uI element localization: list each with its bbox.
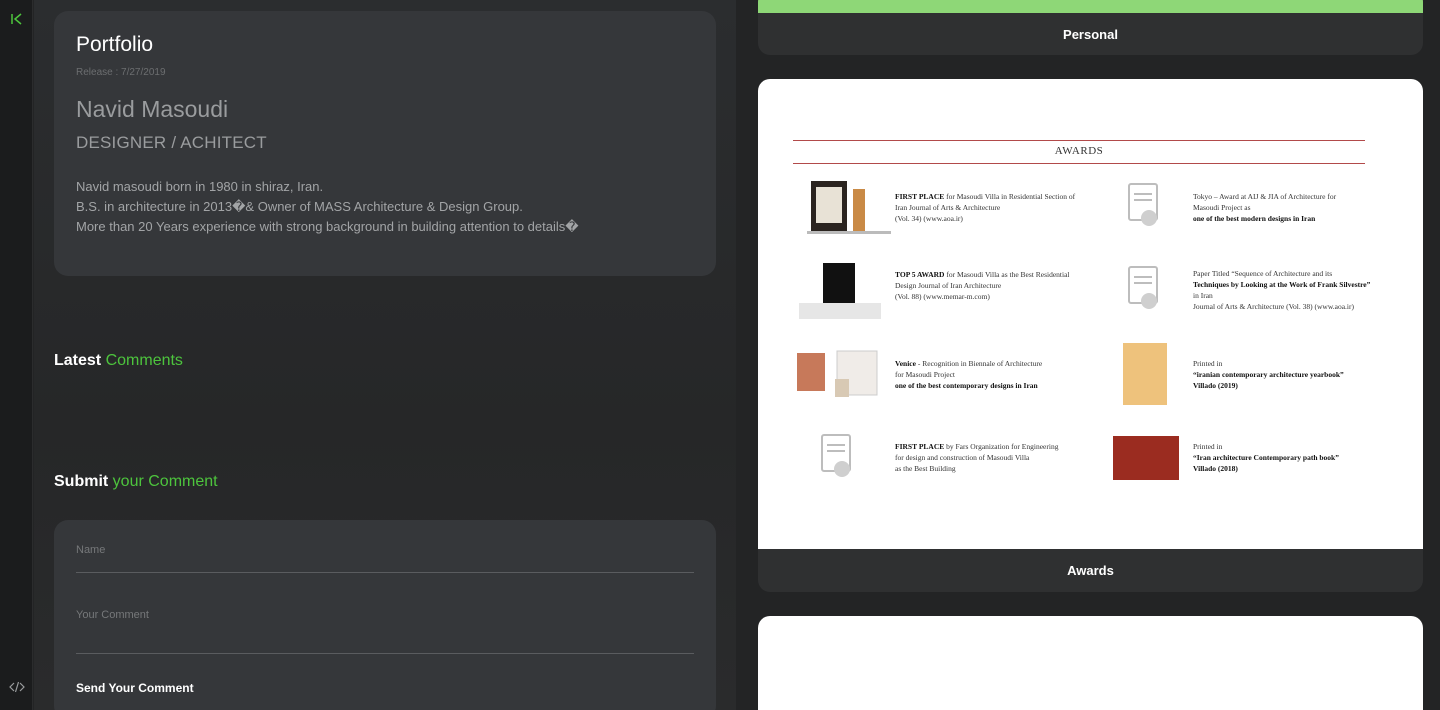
award-text: Villado (2019): [1193, 381, 1238, 390]
bio-line: Navid masoudi born in 1980 in shiraz, Ir…: [76, 179, 324, 194]
awards-card[interactable]: AWARDS FIRST PLACE for Masoudi Villa in …: [758, 79, 1423, 592]
gallery-panel: Personal AWARDS FIRST PLACE for Masoudi …: [737, 0, 1440, 710]
award-entry: Printed in “Iran architecture Contempora…: [1193, 441, 1423, 474]
award-title: FIRST PLACE: [895, 192, 945, 201]
award-text: one of the best modern designs in Iran: [1193, 214, 1316, 223]
submit-comment-heading: Submit your Comment: [54, 473, 218, 491]
personal-card[interactable]: Personal: [758, 0, 1423, 55]
name-field[interactable]: Name: [76, 544, 694, 573]
award-text: Paper Titled “Sequence of Architecture a…: [1193, 269, 1333, 278]
awards-doc-heading: AWARDS: [1054, 145, 1104, 157]
award-text: “iranian contemporary architecture yearb…: [1193, 370, 1344, 379]
award-text: for Masoudi Project: [895, 370, 955, 379]
award-text: - Recognition in Biennale of Architectur…: [915, 359, 1043, 368]
divider: [793, 140, 1365, 141]
award-text: Design Journal of Iran Architecture: [895, 281, 1002, 290]
latest-comments-heading: Latest Comments: [54, 352, 183, 370]
heading-prefix: Latest: [54, 352, 102, 369]
side-rail: [0, 0, 33, 710]
award-text: (Vol. 34) (www.aoa.ir): [895, 214, 963, 223]
left-panel: Portfolio Release : 7/27/2019 Navid Maso…: [34, 0, 769, 710]
award-text: Printed in: [1193, 442, 1223, 451]
award-entry: FIRST PLACE by Fars Organization for Eng…: [895, 441, 1175, 474]
award-text: (Vol. 88) (www.memar-m.com): [895, 292, 990, 301]
name-field-label: Name: [76, 544, 106, 556]
personal-label: Personal: [1063, 27, 1118, 42]
heading-accent: Comments: [105, 352, 183, 369]
release-date: Release : 7/27/2019: [76, 67, 166, 78]
award-text: Masoudi Project as: [1193, 203, 1251, 212]
award-text: by Fars Organization for Engineering: [944, 442, 1059, 451]
collapse-left-icon[interactable]: [10, 12, 24, 26]
comment-form: Name Your Comment Send Your Comment: [54, 520, 716, 710]
awards-label: Awards: [1067, 563, 1114, 578]
personal-image: [758, 0, 1423, 13]
gallery-card[interactable]: [758, 616, 1423, 710]
bio-line: B.S. in architecture in 2013�& Owner of …: [76, 199, 523, 214]
send-comment-button[interactable]: Send Your Comment: [76, 681, 694, 695]
award-entry: TOP 5 AWARD for Masoudi Villa as the Bes…: [895, 269, 1175, 302]
award-text: Iran Journal of Arts & Architecture: [895, 203, 1001, 212]
award-entry: Paper Titled “Sequence of Architecture a…: [1193, 268, 1423, 312]
award-title: FIRST PLACE: [895, 442, 945, 451]
comment-field-label: Your Comment: [76, 609, 149, 621]
award-text: Techniques by Looking at the Work of Fra…: [1193, 280, 1371, 289]
award-entry: Venice - Recognition in Biennale of Arch…: [895, 358, 1175, 391]
bio-line: More than 20 Years experience with stron…: [76, 219, 579, 234]
award-text: Printed in: [1193, 359, 1223, 368]
journal-thumbnail: [799, 263, 881, 319]
award-text: Tokyo – Award at AIJ & JIA of Architectu…: [1193, 192, 1337, 201]
award-title: TOP 5 AWARD: [895, 270, 945, 279]
heading-prefix: Submit: [54, 473, 109, 490]
author-name: Navid Masoudi: [76, 96, 229, 122]
certificate-icon: [821, 434, 851, 477]
award-text: one of the best contemporary designs in …: [895, 381, 1038, 390]
biennale-thumbnail: [797, 350, 878, 397]
author-bio: Navid masoudi born in 1980 in shiraz, Ir…: [76, 177, 694, 237]
award-entry: Printed in “iranian contemporary archite…: [1193, 358, 1423, 391]
trophy-thumbnail: [807, 181, 891, 234]
comment-field[interactable]: Your Comment: [76, 609, 694, 654]
award-text: for Masoudi Villa in Residential Section…: [944, 192, 1076, 201]
name-field-underline: [76, 572, 694, 573]
award-text: Journal of Arts & Architecture (Vol. 38)…: [1193, 302, 1355, 311]
awards-image: AWARDS FIRST PLACE for Masoudi Villa in …: [758, 79, 1423, 549]
award-text: in Iran: [1193, 291, 1213, 300]
award-title: Venice: [895, 359, 916, 368]
award-text: as the Best Building: [895, 464, 956, 473]
award-text: for design and construction of Masoudi V…: [895, 453, 1030, 462]
code-icon[interactable]: [9, 681, 25, 693]
heading-accent: your Comment: [112, 473, 218, 490]
author-role: DESIGNER / ACHITECT: [76, 133, 267, 152]
award-entry: Tokyo – Award at AIJ & JIA of Architectu…: [1193, 191, 1423, 224]
award-text: Villado (2018): [1193, 464, 1238, 473]
page-title: Portfolio: [76, 33, 154, 56]
award-text: for Masoudi Villa as the Best Residentia…: [944, 270, 1070, 279]
comment-field-underline: [76, 653, 694, 654]
award-entry: FIRST PLACE for Masoudi Villa in Residen…: [895, 191, 1175, 224]
divider: [793, 163, 1365, 164]
award-text: “Iran architecture Contemporary path boo…: [1193, 453, 1339, 462]
profile-card: Portfolio Release : 7/27/2019 Navid Maso…: [54, 11, 716, 276]
